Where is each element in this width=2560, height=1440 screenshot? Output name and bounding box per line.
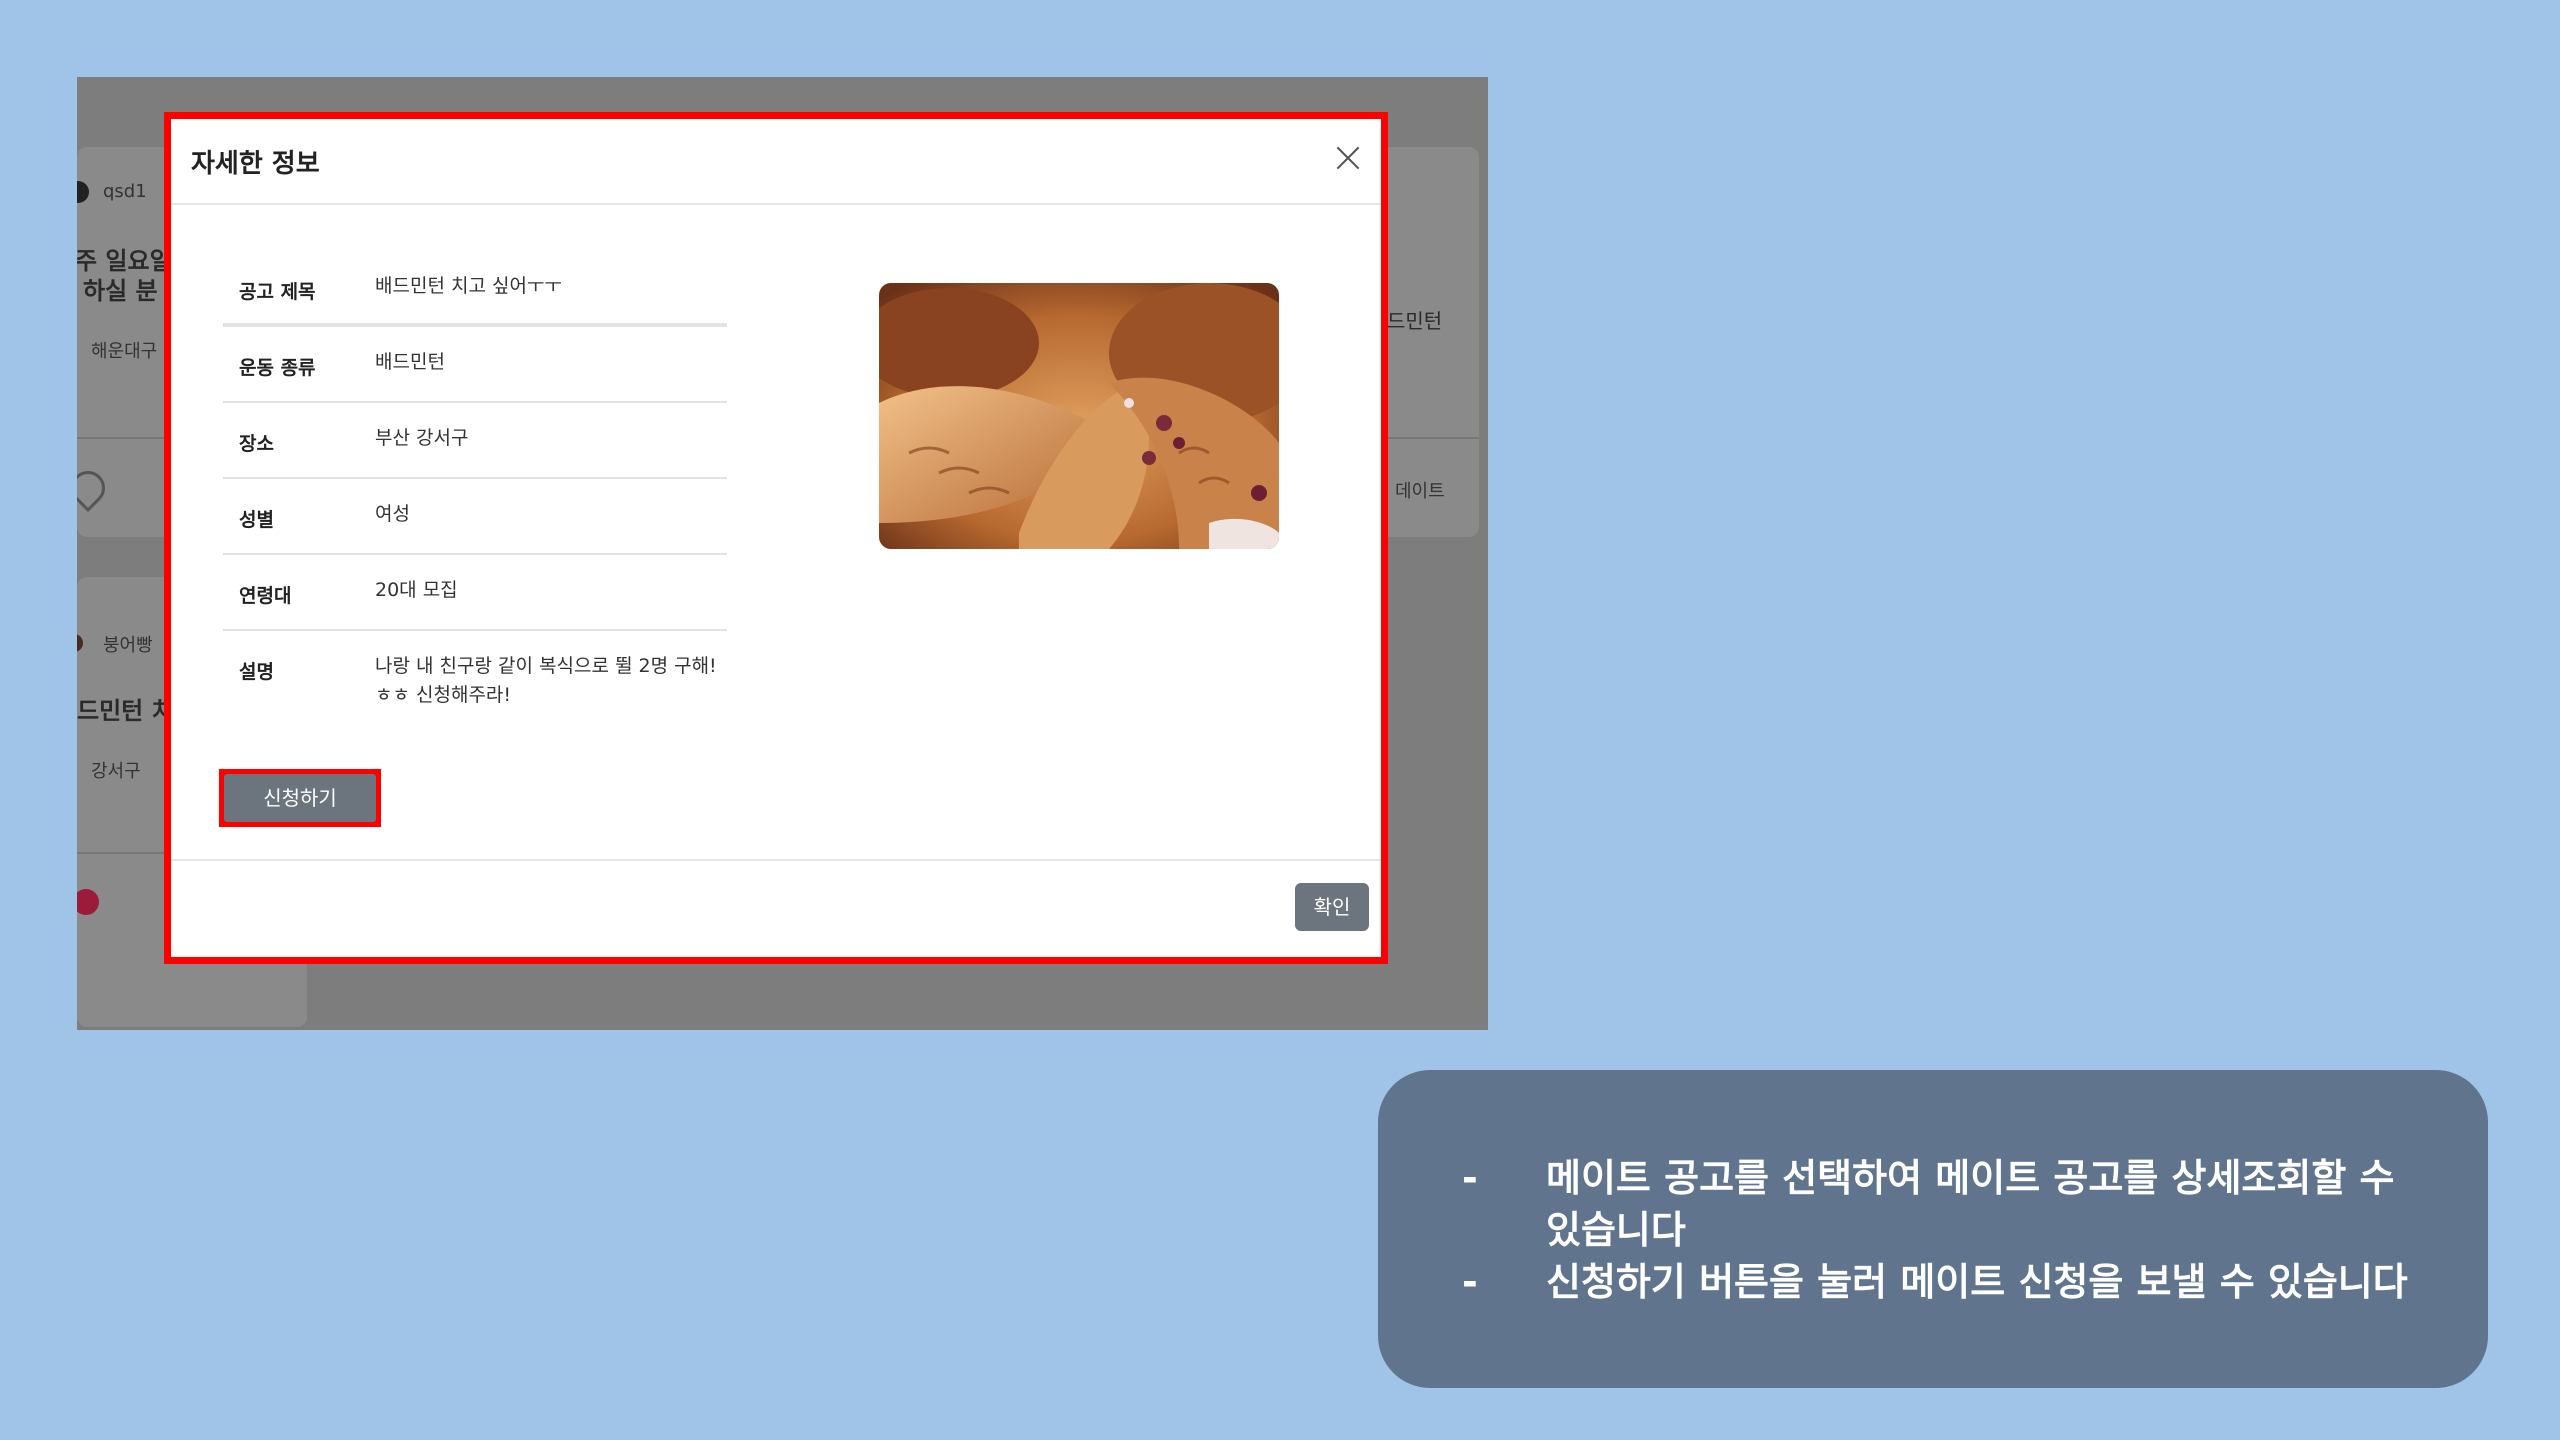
info-row: 성별 여성 <box>223 479 727 555</box>
modal-title: 자세한 정보 <box>191 149 320 179</box>
info-label: 장소 <box>239 433 274 455</box>
background-fragment: 데이트 <box>1395 481 1445 502</box>
bullet-text: 메이트 공고를 선택하여 메이트 공고를 상세조회할 수 있습니다 <box>1546 1156 2395 1252</box>
info-value: 나랑 내 친구랑 같이 복식으로 뛸 2명 구해!ㅎㅎ 신청해주라! <box>375 655 717 706</box>
info-label: 연령대 <box>239 585 292 607</box>
apply-button[interactable]: 신청하기 <box>219 769 381 827</box>
close-icon[interactable] <box>1331 141 1365 175</box>
background-title: 하실 분 <box>83 277 158 305</box>
background-title: 드민턴 치 <box>77 697 174 725</box>
info-label: 성별 <box>239 509 274 531</box>
background-username: qsd1 <box>103 181 147 202</box>
taiyaki-image <box>879 283 1279 549</box>
modal-footer: 확인 <box>171 859 1381 957</box>
info-table: 공고 제목 배드민턴 치고 싶어ㅜㅜ 운동 종류 배드민턴 장소 부산 강서구 … <box>223 249 727 731</box>
detail-modal: 자세한 정보 공고 제목 배드민턴 치고 싶어ㅜㅜ 운동 종류 배드민턴 장소 … <box>164 112 1388 964</box>
info-value: 배드민턴 치고 싶어ㅜㅜ <box>375 275 562 297</box>
info-value: 배드민턴 <box>375 351 445 373</box>
post-photo <box>879 283 1279 549</box>
background-location: 강서구 <box>91 761 141 782</box>
caption-box: - 메이트 공고를 선택하여 메이트 공고를 상세조회할 수 있습니다 - 신청… <box>1378 1070 2488 1388</box>
bullet-dash: - <box>1462 1260 1478 1304</box>
confirm-button[interactable]: 확인 <box>1295 883 1369 931</box>
background-username: 붕어빵 <box>103 635 153 656</box>
info-label: 설명 <box>239 661 274 683</box>
info-value: 부산 강서구 <box>375 427 469 449</box>
bullet-text: 신청하기 버튼을 눌러 메이트 신청을 보낼 수 있습니다 <box>1546 1260 2408 1304</box>
info-row: 장소 부산 강서구 <box>223 403 727 479</box>
info-label: 운동 종류 <box>239 357 316 379</box>
info-row: 운동 종류 배드민턴 <box>223 327 727 403</box>
info-value: 20대 모집 <box>375 579 458 601</box>
info-row: 설명 나랑 내 친구랑 같이 복식으로 뛸 2명 구해!ㅎㅎ 신청해주라! <box>223 631 727 731</box>
info-value: 여성 <box>375 503 410 525</box>
bullet-dash: - <box>1462 1156 1478 1200</box>
info-row: 연령대 20대 모집 <box>223 555 727 631</box>
background-fragment: 드민턴 <box>1387 309 1443 333</box>
info-row: 공고 제목 배드민턴 치고 싶어ㅜㅜ <box>223 249 727 327</box>
apply-button-label: 신청하기 <box>224 774 376 822</box>
background-location: 해운대구 <box>91 341 158 362</box>
info-label: 공고 제목 <box>239 281 316 303</box>
modal-header: 자세한 정보 <box>171 119 1381 205</box>
